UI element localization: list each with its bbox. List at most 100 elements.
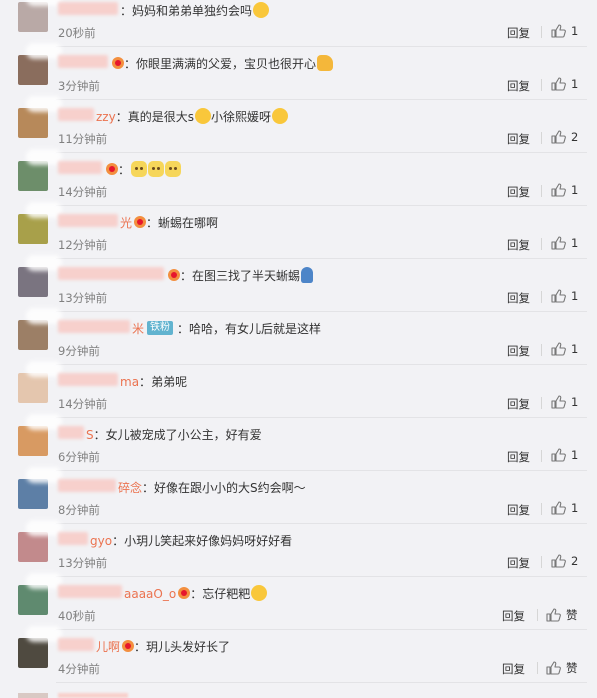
divider (541, 397, 542, 409)
divider (541, 291, 542, 303)
comment-item: zzy：真的是很大s 小徐熙媛呀 11分钟前 回复 2 (0, 96, 597, 153)
avatar[interactable] (18, 214, 48, 244)
divider (541, 185, 542, 197)
reply-button[interactable]: 回复 (507, 237, 530, 253)
username[interactable]: 光 (58, 213, 132, 231)
username[interactable] (58, 267, 166, 283)
username-blurred (58, 585, 122, 598)
username-blurred (58, 161, 102, 174)
comment-line: 光 ：蜥蜴在哪啊 (58, 212, 218, 232)
avatar[interactable] (18, 267, 48, 297)
cat-emoji-icon (148, 161, 165, 177)
username-blurred (58, 637, 94, 651)
avatar[interactable] (18, 108, 48, 138)
reply-button[interactable]: 回复 (502, 661, 525, 677)
avatar[interactable] (18, 479, 48, 509)
username-visible: gyo (90, 534, 113, 548)
person-emoji-icon (301, 267, 314, 283)
colon: ： (124, 56, 137, 71)
colon: ： (93, 427, 106, 442)
username[interactable]: aaaaO_o (58, 585, 176, 601)
comment-text: 你眼里满满的父爱，宝贝也很开心 (136, 56, 317, 71)
like-button[interactable]: 赞 (546, 607, 578, 623)
thumbs-up-icon (551, 289, 571, 303)
like-count: 1 (571, 395, 579, 409)
reply-button[interactable]: 回复 (507, 78, 530, 94)
like-count: 1 (571, 342, 579, 356)
thumbs-up-icon (546, 608, 566, 622)
reply-button[interactable]: 回复 (507, 555, 530, 571)
reply-button[interactable]: 回复 (507, 184, 530, 200)
reply-button[interactable]: 回复 (507, 25, 530, 41)
avatar[interactable] (18, 426, 48, 456)
reply-button[interactable]: 回复 (507, 131, 530, 147)
comment-item: 儿啊 ：玥儿头发好长了 4分钟前 回复 赞 (0, 626, 597, 683)
like-button[interactable]: 赞 (546, 660, 578, 676)
timestamp: 13分钟前 (58, 556, 108, 570)
verified-badge-icon (112, 57, 124, 69)
username-visible: aaaaO_o (124, 587, 177, 601)
like-count: 1 (571, 448, 579, 462)
like-button[interactable]: 2 (551, 554, 578, 568)
avatar[interactable] (18, 2, 48, 32)
divider (541, 238, 542, 250)
username[interactable] (58, 55, 110, 71)
comment-line: ma：弟弟呢 (58, 371, 187, 391)
avatar[interactable] (18, 693, 48, 698)
username[interactable]: S (58, 426, 94, 442)
reply-button[interactable]: 回复 (507, 396, 530, 412)
comment-text: 妈妈和弟弟单独约会吗 (132, 3, 253, 18)
avatar[interactable] (18, 373, 48, 403)
colon: ： (118, 162, 131, 177)
avatar[interactable] (18, 638, 48, 668)
comment-item: 光 ：蜥蜴在哪啊 12分钟前 回复 1 (0, 202, 597, 259)
reply-button[interactable]: 回复 (507, 502, 530, 518)
surprised-emoji-icon (194, 108, 211, 124)
avatar[interactable] (18, 585, 48, 615)
reply-button[interactable]: 回复 (502, 608, 525, 624)
comment-item: ：你眼里满满的父爱，宝贝也很开心 3分钟前 回复 1 (0, 43, 597, 100)
avatar-blur-overlay (26, 520, 62, 536)
thumbs-up-icon (551, 236, 571, 250)
like-button[interactable]: 1 (551, 448, 578, 462)
avatar[interactable] (18, 532, 48, 562)
thumbs-up-icon (551, 77, 571, 91)
reply-button[interactable]: 回复 (507, 343, 530, 359)
like-button[interactable]: 1 (551, 289, 578, 303)
like-button[interactable]: 1 (551, 395, 578, 409)
reply-button[interactable]: 回复 (507, 449, 530, 465)
like-button[interactable]: 1 (551, 342, 578, 356)
comment-text: 真的是很大s (127, 109, 194, 124)
avatar[interactable] (18, 161, 48, 191)
like-button[interactable]: 1 (551, 501, 578, 515)
like-button[interactable]: 1 (551, 183, 578, 197)
avatar[interactable] (18, 55, 48, 85)
like-button[interactable]: 2 (551, 130, 578, 144)
avatar-blur-overlay (26, 255, 62, 271)
comment-text: 小玥儿笑起来好像妈妈呀好好看 (124, 533, 293, 548)
username[interactable]: zzy (58, 108, 116, 124)
username[interactable] (58, 2, 120, 18)
username[interactable]: 儿啊 (58, 637, 120, 655)
reply-button[interactable]: 回复 (507, 290, 530, 306)
username-blurred (58, 108, 94, 121)
like-button[interactable]: 1 (551, 24, 578, 38)
comment-item: 碎念：好像在跟小小的大S约会啊～ 8分钟前 回复 1 (0, 467, 597, 524)
username-visible: 米 (132, 321, 145, 336)
like-button[interactable]: 1 (551, 236, 578, 250)
like-count: 赞 (566, 608, 578, 622)
username[interactable]: 碎念 (58, 478, 142, 496)
comment-line: ： (58, 159, 182, 179)
avatar-blur-overlay (26, 573, 62, 589)
avatar-blur-overlay (26, 96, 62, 112)
comment-text: 小徐熙媛呀 (210, 109, 271, 124)
username[interactable]: ma (58, 373, 139, 389)
comment-text: 弟弟呢 (151, 374, 188, 389)
avatar[interactable] (18, 320, 48, 350)
timestamp: 8分钟前 (58, 503, 100, 517)
username[interactable] (58, 161, 104, 177)
comment-line: zzy：真的是很大s 小徐熙媛呀 (58, 106, 288, 126)
username[interactable]: gyo (58, 532, 112, 548)
username[interactable]: 米 (58, 319, 145, 337)
like-button[interactable]: 1 (551, 77, 578, 91)
